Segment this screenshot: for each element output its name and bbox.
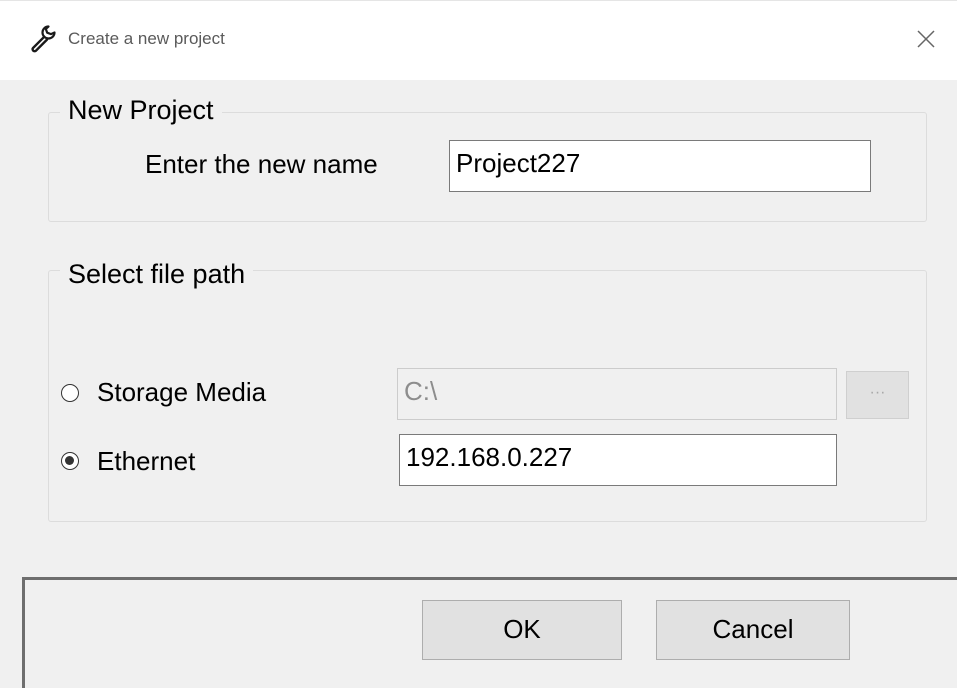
ethernet-address-input[interactable]: 192.168.0.227 bbox=[399, 434, 837, 486]
dialog-body: New Project Enter the new name Project22… bbox=[0, 80, 957, 688]
window-title: Create a new project bbox=[68, 29, 225, 48]
file-path-legend: Select file path bbox=[60, 258, 254, 290]
close-icon[interactable] bbox=[912, 25, 940, 53]
browse-button: ··· bbox=[846, 371, 909, 419]
cancel-button[interactable]: Cancel bbox=[656, 600, 850, 660]
storage-path-input: C:\ bbox=[397, 368, 837, 420]
new-name-label: Enter the new name bbox=[145, 149, 378, 179]
radio-selected-dot bbox=[65, 456, 74, 465]
new-project-legend: New Project bbox=[60, 94, 222, 126]
project-name-input[interactable]: Project227 bbox=[449, 140, 871, 192]
ok-button[interactable]: OK bbox=[422, 600, 622, 660]
wrench-icon bbox=[31, 25, 56, 53]
storage-media-radio[interactable] bbox=[61, 384, 79, 402]
ethernet-radio[interactable] bbox=[61, 452, 79, 470]
title-bar: Create a new project bbox=[0, 0, 957, 81]
ethernet-label[interactable]: Ethernet bbox=[97, 446, 195, 476]
storage-media-label[interactable]: Storage Media bbox=[97, 377, 266, 407]
